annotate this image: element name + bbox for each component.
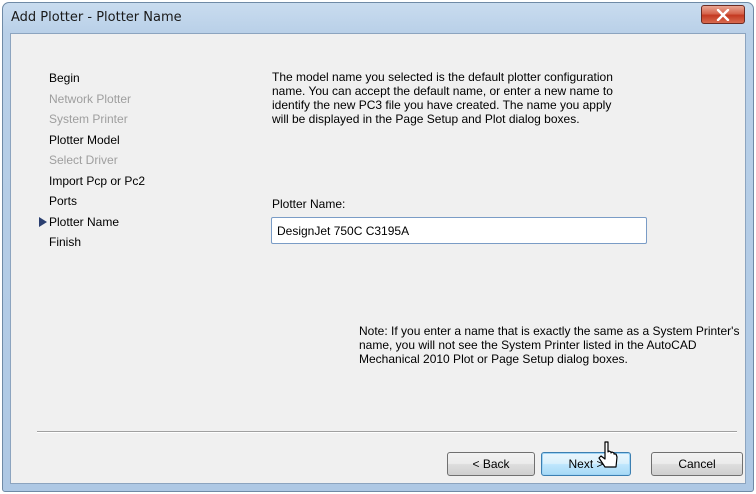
wizard-step-label: Ports [49, 194, 78, 208]
wizard-step-label: Finish [49, 235, 82, 249]
mouse-pointer-icon [598, 441, 618, 468]
dialog-client-area: Begin Network Plotter System Printer Plotte… [10, 33, 746, 484]
wizard-step-finish[interactable]: Finish [11, 232, 145, 253]
wizard-step-ports[interactable]: Ports [11, 191, 145, 212]
wizard-steps-list: Begin Network Plotter System Printer Plotte… [11, 68, 145, 253]
wizard-step-label: Begin [49, 71, 80, 85]
wizard-step-select-driver: Select Driver [11, 150, 145, 171]
wizard-step-begin[interactable]: Begin [11, 68, 145, 89]
plotter-name-input[interactable] [271, 217, 647, 244]
wizard-step-label: System Printer [49, 112, 128, 126]
wizard-step-label: Plotter Model [49, 132, 120, 147]
wizard-step-plotter-name[interactable]: Plotter Name [11, 212, 145, 233]
title-bar[interactable]: Add Plotter - Plotter Name [3, 3, 753, 33]
close-icon [716, 8, 730, 21]
wizard-step-system-printer: System Printer [11, 109, 145, 130]
wizard-step-label: Import Pcp or Pc2 [49, 173, 146, 188]
window-title: Add Plotter - Plotter Name [11, 10, 182, 25]
wizard-step-plotter-model[interactable]: Plotter Model [11, 130, 145, 151]
back-button[interactable]: < Back [447, 452, 535, 476]
wizard-step-import-pcp-or-pc2[interactable]: Import Pcp or Pc2 [11, 171, 145, 192]
dialog-window: Add Plotter - Plotter Name Begin Network … [2, 2, 754, 492]
current-step-arrow-icon [39, 216, 47, 227]
wizard-step-network-plotter: Network Plotter [11, 89, 145, 110]
wizard-step-label: Network Plotter [49, 91, 132, 106]
plotter-name-label: Plotter Name: [272, 197, 346, 211]
note-text: Note: If you enter a name that is exactl… [359, 324, 740, 366]
wizard-step-label: Plotter Name [49, 214, 120, 229]
divider [37, 431, 737, 433]
description-text: The model name you selected is the defau… [272, 70, 613, 126]
wizard-step-label: Select Driver [49, 153, 118, 167]
close-button[interactable] [701, 5, 745, 24]
cancel-button[interactable]: Cancel [651, 452, 743, 476]
